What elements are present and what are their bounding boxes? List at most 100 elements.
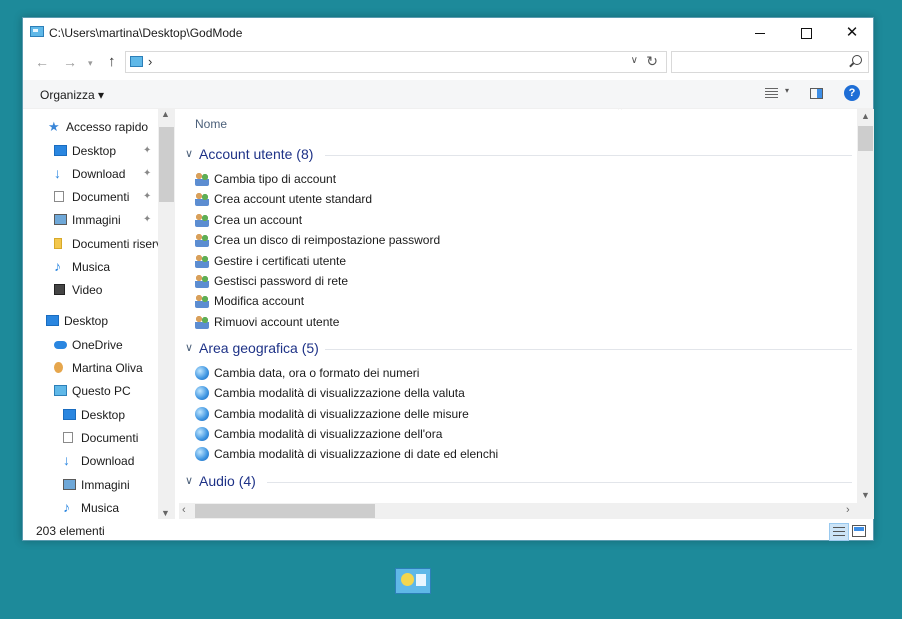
item-label: Cambia modalità di visualizzazione di da… [214, 447, 499, 461]
item-label: Crea un disco di reimpostazione password [214, 233, 441, 247]
chevron-down-icon: ∨ [185, 148, 194, 160]
sidebar-item-label: Video [72, 283, 103, 297]
pin-icon[interactable]: ✦ [143, 188, 151, 206]
user-icon [54, 362, 63, 373]
forward-button[interactable]: → [63, 54, 77, 70]
pictures-icon [63, 479, 76, 490]
sidebar-item-label: Accesso rapido [66, 120, 149, 134]
documents-icon [54, 191, 64, 202]
details-view-button[interactable] [829, 523, 849, 541]
globe-icon [195, 447, 209, 461]
sidebar-item-label: Desktop [64, 314, 109, 328]
help-icon[interactable]: ? [844, 85, 860, 101]
sidebar-item-label: Download [81, 454, 135, 468]
pin-icon[interactable]: ✦ [143, 211, 151, 229]
users-icon [195, 274, 209, 288]
recent-locations-button[interactable]: ▾ [88, 58, 93, 69]
content-vertical-scrollbar[interactable] [857, 109, 874, 503]
sidebar-scroll-thumb[interactable] [159, 127, 174, 202]
group-label: Account utente (8) [199, 146, 314, 162]
title-bar[interactable]: C:\Users\martina\Desktop\GodMode ✕ [23, 18, 873, 48]
minimize-icon [755, 32, 765, 34]
sidebar-item-label: Desktop [81, 408, 126, 422]
users-icon [195, 213, 209, 227]
large-icons-view-button[interactable] [852, 525, 866, 537]
up-button[interactable]: ↑ [108, 53, 116, 70]
maximize-button[interactable] [783, 18, 829, 48]
content-horizontal-scroll-thumb[interactable] [195, 504, 375, 518]
scrollbar-corner [857, 503, 874, 519]
users-icon [195, 254, 209, 268]
desktop-icon [63, 409, 76, 420]
preview-pane-icon[interactable] [810, 88, 823, 99]
group-divider [325, 155, 852, 156]
sidebar-item-label: Documenti [81, 431, 139, 445]
folder-icon [54, 238, 62, 249]
video-icon [54, 284, 65, 295]
documents-icon [63, 432, 73, 443]
godmode-desktop-icon[interactable] [395, 568, 431, 594]
item-label: Cambia tipo di account [214, 172, 337, 186]
item-label: Modifica account [214, 294, 305, 308]
details-view-icon[interactable] [765, 88, 778, 100]
sidebar-scroll-down-icon[interactable]: ▼ [161, 508, 170, 518]
chevron-down-icon: ∨ [185, 475, 194, 487]
group-label: Area geografica (5) [199, 340, 319, 356]
explorer-window: C:\Users\martina\Desktop\GodMode ✕ ← → ▾… [22, 17, 874, 541]
column-header-name[interactable]: Nome [195, 117, 227, 131]
minimize-button[interactable] [737, 18, 783, 48]
music-icon: ♪ [63, 499, 70, 515]
address-dropdown-icon[interactable]: ∨ [631, 55, 638, 66]
group-divider [267, 482, 852, 483]
item-label: Cambia data, ora o formato dei numeri [214, 366, 420, 380]
scroll-up-icon[interactable]: ▲ [861, 111, 870, 121]
group-header-account-utente[interactable]: ∨ Account utente (8) [185, 146, 385, 167]
sidebar-item-label: Download [72, 167, 126, 181]
chevron-down-icon: ∨ [185, 342, 194, 354]
group-header-area-geografica[interactable]: ∨ Area geografica (5) [185, 340, 385, 361]
item-label: Cambia modalità di visualizzazione delle… [214, 407, 469, 421]
scroll-left-icon[interactable]: ‹ [182, 504, 186, 516]
sort-ascending-icon: ⌃ [616, 109, 625, 117]
scroll-down-icon[interactable]: ▼ [861, 490, 870, 500]
organize-menu[interactable]: Organizza ▾ [40, 88, 104, 102]
navigation-pane: ★ Accesso rapido Desktop ✦ ↓ Download ✦ … [23, 109, 175, 519]
refresh-button[interactable]: ↻ [646, 53, 658, 70]
back-button[interactable]: ← [35, 54, 49, 70]
content-vertical-scroll-thumb[interactable] [858, 126, 873, 151]
globe-icon [195, 386, 209, 400]
globe-icon [195, 407, 209, 421]
sidebar-item-label: Immagini [81, 478, 130, 492]
users-icon [195, 192, 209, 206]
view-options-dropdown[interactable]: ▾ [785, 86, 789, 95]
sidebar-item-label: Questo PC [72, 384, 131, 398]
close-button[interactable]: ✕ [829, 18, 875, 48]
sidebar-item-label: Martina Oliva [72, 361, 143, 375]
globe-icon [195, 427, 209, 441]
search-icon[interactable] [852, 55, 862, 65]
breadcrumb-chevron-icon[interactable]: › [148, 54, 152, 69]
maximize-icon [800, 27, 812, 39]
scroll-right-icon[interactable]: › [846, 504, 850, 516]
music-icon: ♪ [54, 258, 61, 274]
sidebar-item-label: Musica [72, 260, 111, 274]
sidebar-item-label: Desktop [72, 144, 117, 158]
pin-icon[interactable]: ✦ [143, 165, 151, 183]
download-icon: ↓ [63, 452, 70, 468]
sidebar-item-label: Musica [81, 501, 120, 515]
group-header-audio[interactable]: ∨ Audio (4) [185, 473, 385, 494]
sidebar-scroll-up-icon[interactable]: ▲ [161, 109, 170, 119]
download-icon: ↓ [54, 165, 61, 181]
star-icon: ★ [48, 119, 60, 134]
sidebar-item-label: Documenti [72, 190, 130, 204]
pc-icon [54, 385, 67, 396]
desktop-icon [54, 145, 67, 156]
users-icon [195, 315, 209, 329]
item-label: Crea un account [214, 213, 303, 227]
pin-icon[interactable]: ✦ [143, 142, 151, 160]
pictures-icon [54, 214, 67, 225]
address-bar[interactable]: › ∨ ↻ [125, 51, 667, 73]
sidebar-item-label: Immagini [72, 213, 121, 227]
search-input[interactable] [671, 51, 869, 73]
item-count: 203 elementi [36, 524, 105, 538]
